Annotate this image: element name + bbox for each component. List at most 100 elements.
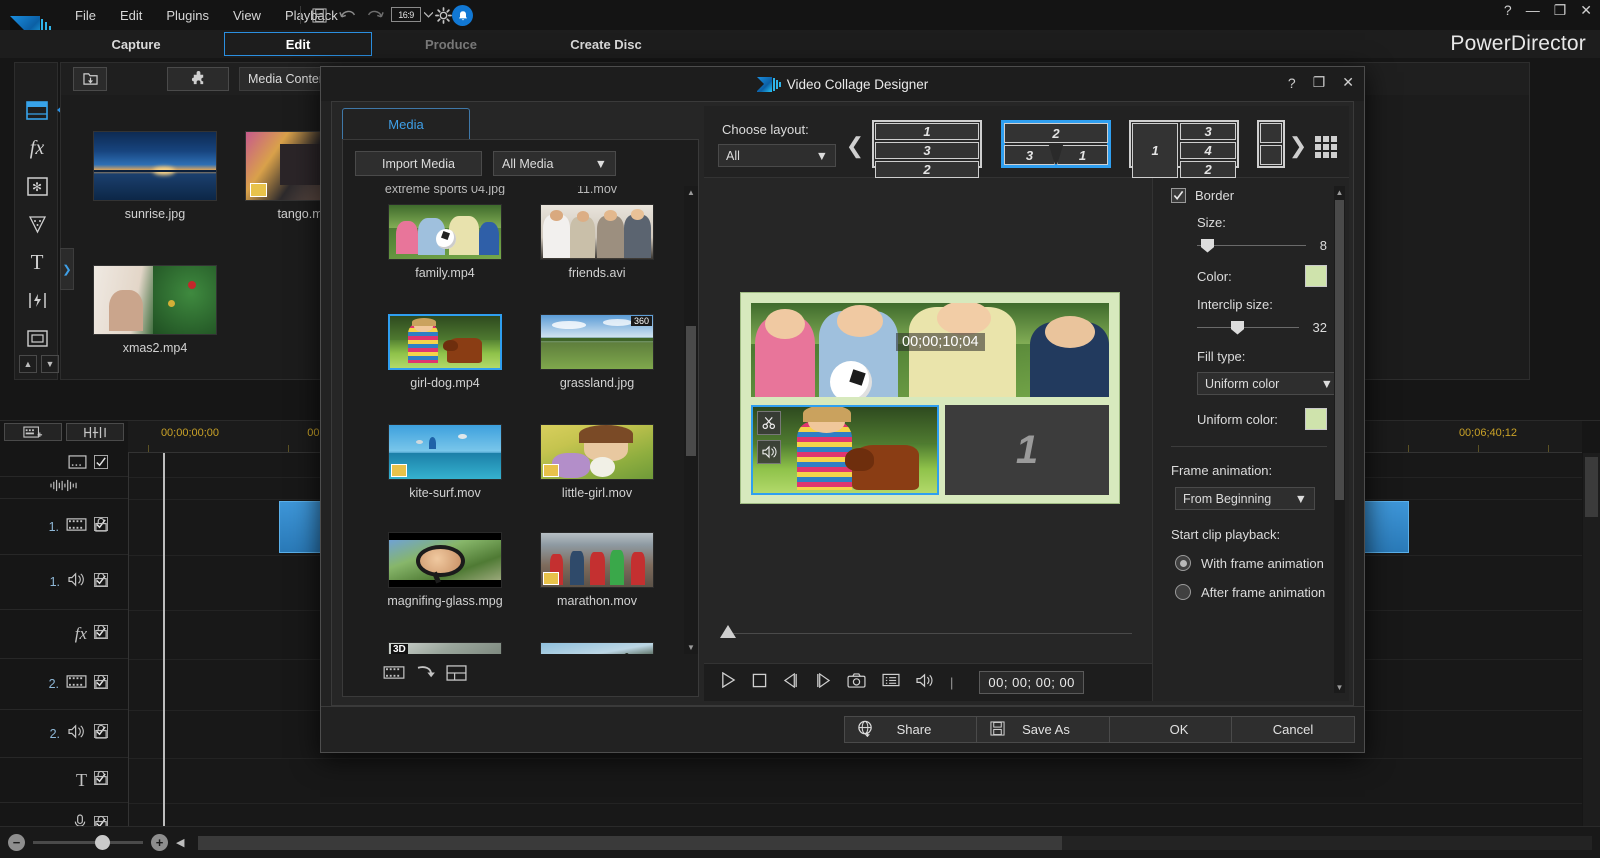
chapter-list-icon[interactable] [882, 673, 900, 692]
timeline-vertical-scrollbar[interactable] [1583, 453, 1600, 826]
border-size-slider[interactable] [1197, 239, 1306, 253]
track-row-audio-1[interactable]: 1. [0, 555, 128, 610]
border-checkbox-row[interactable]: Border [1171, 188, 1327, 203]
media-item-friends[interactable]: friends.avi [521, 204, 673, 280]
title-room-icon[interactable]: T [20, 245, 54, 279]
dialog-title-bar[interactable]: Video Collage Designer ? ❐ ✕ [321, 67, 1364, 101]
radio-button[interactable] [1175, 584, 1191, 600]
collage-slot-bottom-right-empty[interactable]: 1 [945, 405, 1109, 495]
layout-next-button[interactable]: ❯ [1289, 134, 1307, 158]
track-row-video-2[interactable]: 2. [0, 659, 128, 710]
import-icon-button[interactable] [73, 67, 107, 91]
radio-after-frame-animation[interactable]: After frame animation [1175, 584, 1327, 600]
minimize-button[interactable]: — [1526, 3, 1540, 17]
notification-bell-icon[interactable] [452, 5, 473, 26]
collage-grid-icon[interactable] [446, 665, 467, 686]
track-lock-icon[interactable] [94, 674, 108, 694]
mute-volume-icon[interactable] [757, 440, 781, 464]
collage-slot-top[interactable]: 00;00;10;04 [751, 303, 1109, 397]
dialog-help-button[interactable]: ? [1288, 75, 1296, 91]
collage-stage[interactable]: 00;00;10;04 [740, 292, 1120, 504]
track-lock-icon[interactable] [94, 572, 108, 592]
zoom-out-button[interactable]: − [8, 834, 25, 851]
apply-arrow-icon[interactable] [416, 665, 435, 685]
scroll-up-icon[interactable]: ▲ [686, 188, 696, 197]
frame-animation-dropdown[interactable]: From Beginning ▼ [1175, 487, 1315, 510]
border-color-swatch[interactable] [1305, 265, 1327, 287]
zoom-slider-knob[interactable] [95, 835, 110, 850]
scroll-down-button[interactable]: ▼ [41, 355, 59, 373]
zoom-slider[interactable] [33, 841, 143, 844]
save-icon[interactable] [308, 5, 330, 25]
library-expander-button[interactable]: ❯ [60, 248, 74, 290]
cancel-button[interactable]: Cancel [1231, 716, 1355, 743]
subtitle-room-icon[interactable] [20, 321, 54, 355]
track-row-master[interactable] [0, 453, 128, 477]
dialog-maximize-button[interactable]: ❐ [1313, 74, 1326, 91]
interclip-size-slider-knob[interactable] [1231, 321, 1244, 335]
tab-capture[interactable]: Capture [62, 32, 210, 56]
media-item-magnifing-glass[interactable]: magnifing-glass.mpg [369, 532, 521, 608]
preview-scrubber[interactable] [714, 623, 1132, 643]
tab-produce[interactable]: Produce [386, 32, 516, 56]
volume-icon[interactable] [916, 673, 934, 693]
library-item-sunrise[interactable]: sunrise.jpg [93, 131, 217, 221]
track-row-title[interactable]: T [0, 758, 128, 803]
plugin-icon-button[interactable] [167, 67, 229, 91]
layout-filter-dropdown[interactable]: All ▼ [718, 144, 836, 167]
help-button[interactable]: ? [1504, 3, 1512, 17]
radio-button-selected[interactable] [1175, 555, 1191, 571]
transition-room-icon[interactable]: ✻ [20, 169, 54, 203]
menu-item-view[interactable]: View [222, 4, 272, 27]
undo-icon[interactable] [337, 5, 359, 25]
media-room-icon[interactable] [20, 93, 54, 127]
track-row-audio-2[interactable]: 2. [0, 710, 128, 758]
media-item-grassland[interactable]: 360 grassland.jpg [521, 314, 673, 390]
media-item-partial-mountain[interactable] [521, 642, 673, 654]
next-frame-icon[interactable] [815, 673, 831, 693]
media-item-girl-dog[interactable]: girl-dog.mp4 [369, 314, 521, 390]
redo-icon[interactable] [364, 5, 386, 25]
ok-button[interactable]: OK [1109, 716, 1249, 743]
track-row-fx[interactable]: fx [0, 610, 128, 659]
timeline-horizontal-scrollbar[interactable] [198, 836, 1592, 850]
layout-option-2-selected[interactable]: 2 3 1 [1001, 120, 1111, 168]
restore-button[interactable]: ❐ [1554, 3, 1567, 17]
scroll-down-icon[interactable]: ▼ [1335, 682, 1344, 692]
track-manager-button[interactable] [4, 423, 62, 441]
scroll-left-icon[interactable]: ◀ [176, 836, 184, 849]
import-media-button[interactable]: Import Media [355, 151, 482, 176]
close-button[interactable]: ✕ [1580, 3, 1592, 17]
dialog-close-button[interactable]: ✕ [1342, 74, 1354, 91]
effect-room-icon[interactable] [20, 283, 54, 317]
media-item-kite-surf[interactable]: kite-surf.mov [369, 424, 521, 500]
layout-option-1[interactable]: 1 3 2 [872, 120, 982, 168]
media-grid[interactable]: extreme sports 04.jpg 11.mov [343, 186, 682, 654]
share-button[interactable]: Share [844, 716, 984, 743]
tab-create-disc[interactable]: Create Disc [532, 32, 680, 56]
radio-with-frame-animation[interactable]: With frame animation [1175, 555, 1327, 571]
interclip-size-slider[interactable] [1197, 321, 1299, 335]
track-lock-icon[interactable] [94, 724, 108, 744]
menu-item-plugins[interactable]: Plugins [155, 4, 220, 27]
media-vertical-scrollbar[interactable]: ▲ ▼ [684, 186, 698, 654]
scrubber-handle[interactable] [720, 625, 736, 638]
media-item-marathon[interactable]: marathon.mov [521, 532, 673, 608]
save-as-button[interactable]: Save As [976, 716, 1116, 743]
scroll-up-button[interactable]: ▲ [19, 355, 37, 373]
layout-option-3[interactable]: 1 3 4 2 [1129, 120, 1239, 168]
filmstrip-icon[interactable] [383, 665, 405, 685]
menu-item-file[interactable]: File [64, 4, 107, 27]
trim-scissors-icon[interactable] [757, 411, 781, 435]
fill-type-dropdown[interactable]: Uniform color ▼ [1197, 372, 1341, 395]
scroll-down-icon[interactable]: ▼ [686, 643, 696, 652]
tab-media[interactable]: Media [342, 108, 470, 140]
media-item-partial-3d[interactable]: 3D [369, 642, 521, 654]
layout-grid-view-button[interactable] [1315, 136, 1337, 158]
track-lock-icon[interactable] [94, 624, 108, 644]
border-checkbox[interactable] [1171, 188, 1186, 203]
play-icon[interactable] [720, 672, 736, 693]
layout-option-4-partial[interactable] [1257, 120, 1285, 168]
media-filter-dropdown[interactable]: All Media ▼ [493, 151, 616, 176]
snap-to-button[interactable] [66, 423, 124, 441]
